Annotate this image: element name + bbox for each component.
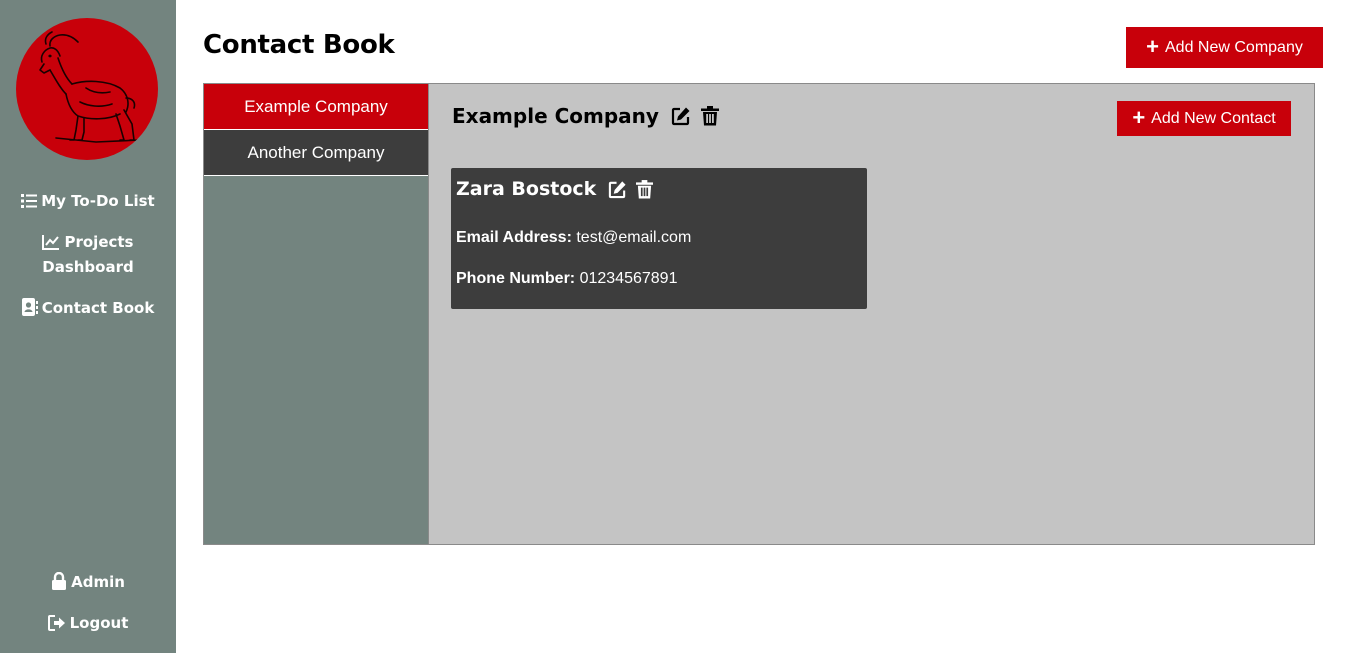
sidebar-item-contacts[interactable]: Contact Book — [0, 296, 176, 321]
app-root: My To-Do List Projects Dashboard Contact… — [0, 0, 1364, 653]
sidebar-item-label: Contact Book — [41, 299, 155, 317]
delete-contact-icon[interactable] — [636, 179, 654, 199]
contact-email-line: Email Address: test@email.com — [456, 229, 691, 247]
edit-company-icon[interactable] — [671, 106, 691, 126]
plus-icon: + — [1146, 33, 1159, 59]
contact-name: Zara Bostock — [456, 178, 597, 200]
contact-panel: Example Company Another Company Example … — [203, 83, 1315, 545]
sidebar-item-logout[interactable]: Logout — [0, 611, 176, 636]
company-item-example[interactable]: Example Company — [204, 84, 428, 130]
sidebar-item-label: My To-Do List — [41, 192, 155, 210]
address-book-icon — [21, 298, 38, 316]
company-title: Example Company — [452, 104, 659, 128]
company-header: Example Company — [452, 104, 719, 128]
lock-icon — [51, 572, 67, 590]
add-contact-label: Add New Contact — [1151, 109, 1276, 127]
email-label: Email Address: — [456, 229, 572, 246]
list-icon — [21, 193, 38, 209]
sign-out-icon — [47, 615, 66, 631]
sidebar: My To-Do List Projects Dashboard Contact… — [0, 0, 176, 653]
sidebar-item-label: Admin — [71, 573, 125, 591]
sidebar-item-admin[interactable]: Admin — [0, 570, 176, 595]
delete-company-icon[interactable] — [700, 106, 719, 126]
gazelle-logo — [16, 18, 158, 160]
company-list: Example Company Another Company — [204, 84, 429, 544]
email-value: test@email.com — [576, 229, 692, 246]
sidebar-item-label: Logout — [69, 614, 129, 632]
chart-line-icon — [42, 234, 60, 250]
sidebar-item-projects[interactable]: Projects Dashboard — [0, 230, 176, 280]
company-item-label: Example Company — [244, 96, 388, 116]
contact-header: Zara Bostock — [456, 178, 654, 200]
phone-label: Phone Number: — [456, 270, 576, 287]
sidebar-item-todo[interactable]: My To-Do List — [0, 189, 176, 214]
contact-phone-line: Phone Number: 01234567891 — [456, 270, 677, 288]
edit-contact-icon[interactable] — [608, 180, 627, 199]
phone-value: 01234567891 — [579, 270, 678, 287]
plus-icon: + — [1132, 104, 1146, 130]
page-title: Contact Book — [203, 30, 395, 60]
company-item-label: Another Company — [247, 142, 385, 162]
add-contact-button[interactable]: + Add New Contact — [1117, 101, 1291, 136]
company-item-another[interactable]: Another Company — [204, 130, 428, 176]
add-company-label: Add New Company — [1165, 38, 1303, 56]
add-company-button[interactable]: + Add New Company — [1126, 27, 1323, 68]
gazelle-illustration — [39, 31, 141, 143]
contact-card: Zara Bostock Email Address: test@email.c… — [451, 168, 867, 309]
